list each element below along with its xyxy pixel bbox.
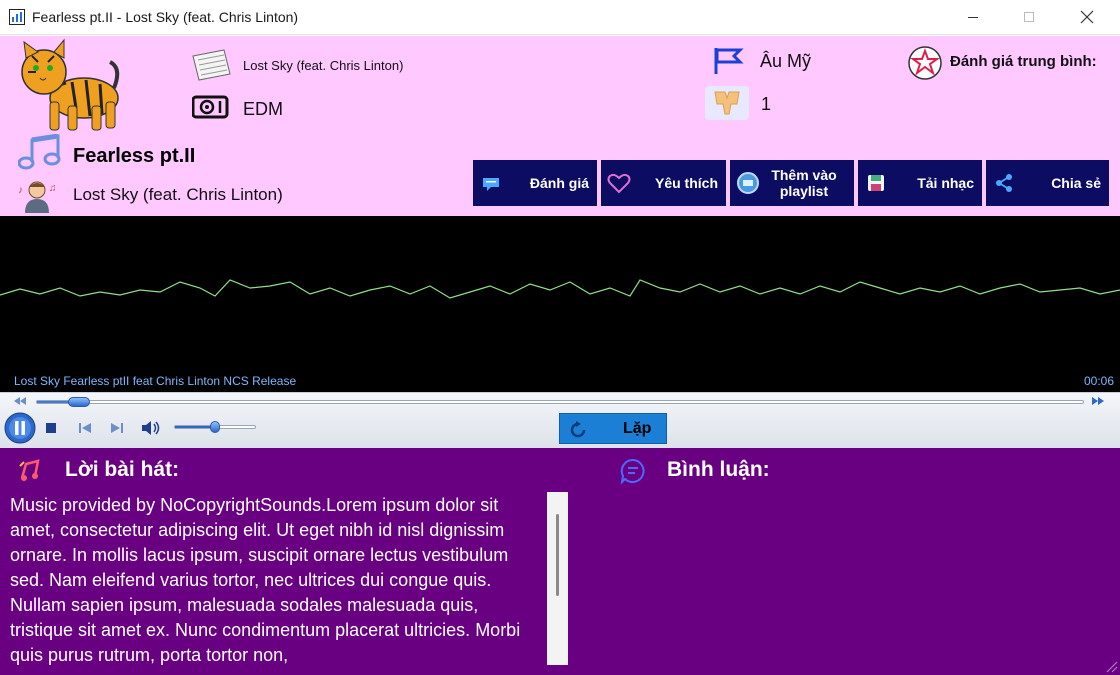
minimize-icon — [968, 17, 978, 18]
listen-count: 1 — [761, 94, 772, 114]
loop-label: Lặp — [623, 420, 652, 437]
sheet-music-icon — [192, 49, 231, 81]
volume-thumb[interactable] — [210, 421, 220, 433]
genre-label: EDM — [243, 99, 283, 119]
volume-level — [175, 426, 215, 428]
lyrics-comments-panel: Lời bài hát: Bình luận: Music provided b… — [0, 448, 1120, 675]
lyrics-scroll-thumb[interactable] — [556, 514, 559, 596]
pause-button[interactable] — [4, 412, 36, 444]
waveform-line — [0, 279, 1120, 299]
comment-bubble-icon — [620, 458, 645, 484]
song-title: Fearless pt.II — [73, 145, 196, 167]
add-to-playlist-button[interactable]: Thêm vào playlist — [730, 160, 854, 206]
share-icon — [992, 171, 1016, 195]
action-toolbar: Đánh giá Yêu thích Thêm vào playlist Tải… — [473, 160, 1109, 206]
add-to-playlist-label: Thêm vào playlist — [771, 167, 837, 199]
volume-slider[interactable] — [174, 421, 256, 433]
download-icon — [864, 171, 888, 195]
rate-button[interactable]: Đánh giá — [473, 160, 597, 206]
comment-icon — [479, 171, 503, 195]
star-rating-icon — [908, 46, 942, 80]
window-title: Fearless pt.II - Lost Sky (feat. Chris L… — [32, 9, 299, 25]
audio-visualizer: Lost Sky Fearless ptII feat Chris Linton… — [0, 216, 1120, 392]
speaker-icon — [142, 421, 160, 435]
comments-heading: Bình luận: — [667, 458, 770, 481]
song-artist: Lost Sky (feat. Chris Linton) — [73, 185, 283, 204]
player-controls: Lặp — [0, 392, 1120, 448]
region-label: Âu Mỹ — [760, 51, 812, 71]
seek-thumb[interactable] — [67, 397, 90, 407]
loop-icon — [570, 421, 586, 438]
maximize-button[interactable] — [1006, 0, 1052, 34]
minimize-button[interactable] — [950, 0, 996, 34]
heart-icon — [607, 171, 631, 195]
music-note-icon — [18, 134, 61, 170]
elapsed-time: 00:06 — [1083, 374, 1114, 388]
singer-icon: ♪ ♫ — [18, 181, 57, 213]
tiger-cat-image — [21, 38, 120, 131]
rate-button-label: Đánh giá — [529, 175, 589, 191]
seek-bar[interactable] — [36, 397, 1084, 407]
svg-text:♫: ♫ — [49, 183, 57, 194]
lyrics-scrollbar[interactable] — [547, 492, 568, 665]
title-bar: Fearless pt.II - Lost Sky (feat. Chris L… — [0, 0, 1120, 35]
stop-icon — [46, 423, 56, 433]
previous-icon — [79, 423, 91, 433]
playlist-add-icon — [736, 171, 760, 195]
svg-text:♪: ♪ — [18, 185, 23, 196]
lyrics-text: Music provided by NoCopyrightSounds.Lore… — [10, 495, 521, 665]
now-playing-track: Lost Sky Fearless ptII feat Chris Linton… — [14, 374, 297, 388]
loop-button[interactable]: Lặp — [559, 413, 667, 444]
favorite-button-label: Yêu thích — [654, 175, 718, 191]
song-info-panel: Lost Sky (feat. Chris Linton) EDM Âu Mỹ … — [0, 36, 1120, 216]
download-button[interactable]: Tải nhạc — [858, 160, 982, 206]
average-rating-label: Đánh giá trung bình: — [950, 53, 1097, 70]
share-button-label: Chia sẻ — [1051, 175, 1101, 191]
genre-radio-icon — [192, 95, 229, 119]
headphones-icon — [705, 86, 749, 120]
close-button[interactable] — [1064, 0, 1110, 34]
resize-grip-icon[interactable] — [1104, 659, 1118, 673]
artist-small-label: Lost Sky (feat. Chris Linton) — [243, 58, 404, 73]
waveform — [0, 279, 1120, 299]
flag-icon — [714, 48, 744, 74]
maximize-icon — [1024, 12, 1034, 22]
share-button[interactable]: Chia sẻ — [986, 160, 1109, 206]
previous-button[interactable] — [75, 419, 95, 437]
lyrics-heading: Lời bài hát: — [65, 458, 180, 481]
fast-forward-icon[interactable] — [1088, 394, 1108, 408]
bar-chart-icon — [9, 9, 25, 25]
pause-icon — [4, 412, 36, 444]
download-button-label: Tải nhạc — [917, 175, 974, 191]
stop-button[interactable] — [42, 419, 60, 437]
lyrics-icon — [19, 459, 40, 481]
next-button[interactable] — [107, 419, 127, 437]
volume-button[interactable] — [139, 417, 163, 439]
favorite-button[interactable]: Yêu thích — [601, 160, 726, 206]
close-icon — [1080, 10, 1094, 24]
rewind-icon[interactable] — [10, 394, 30, 408]
next-icon — [111, 423, 123, 433]
